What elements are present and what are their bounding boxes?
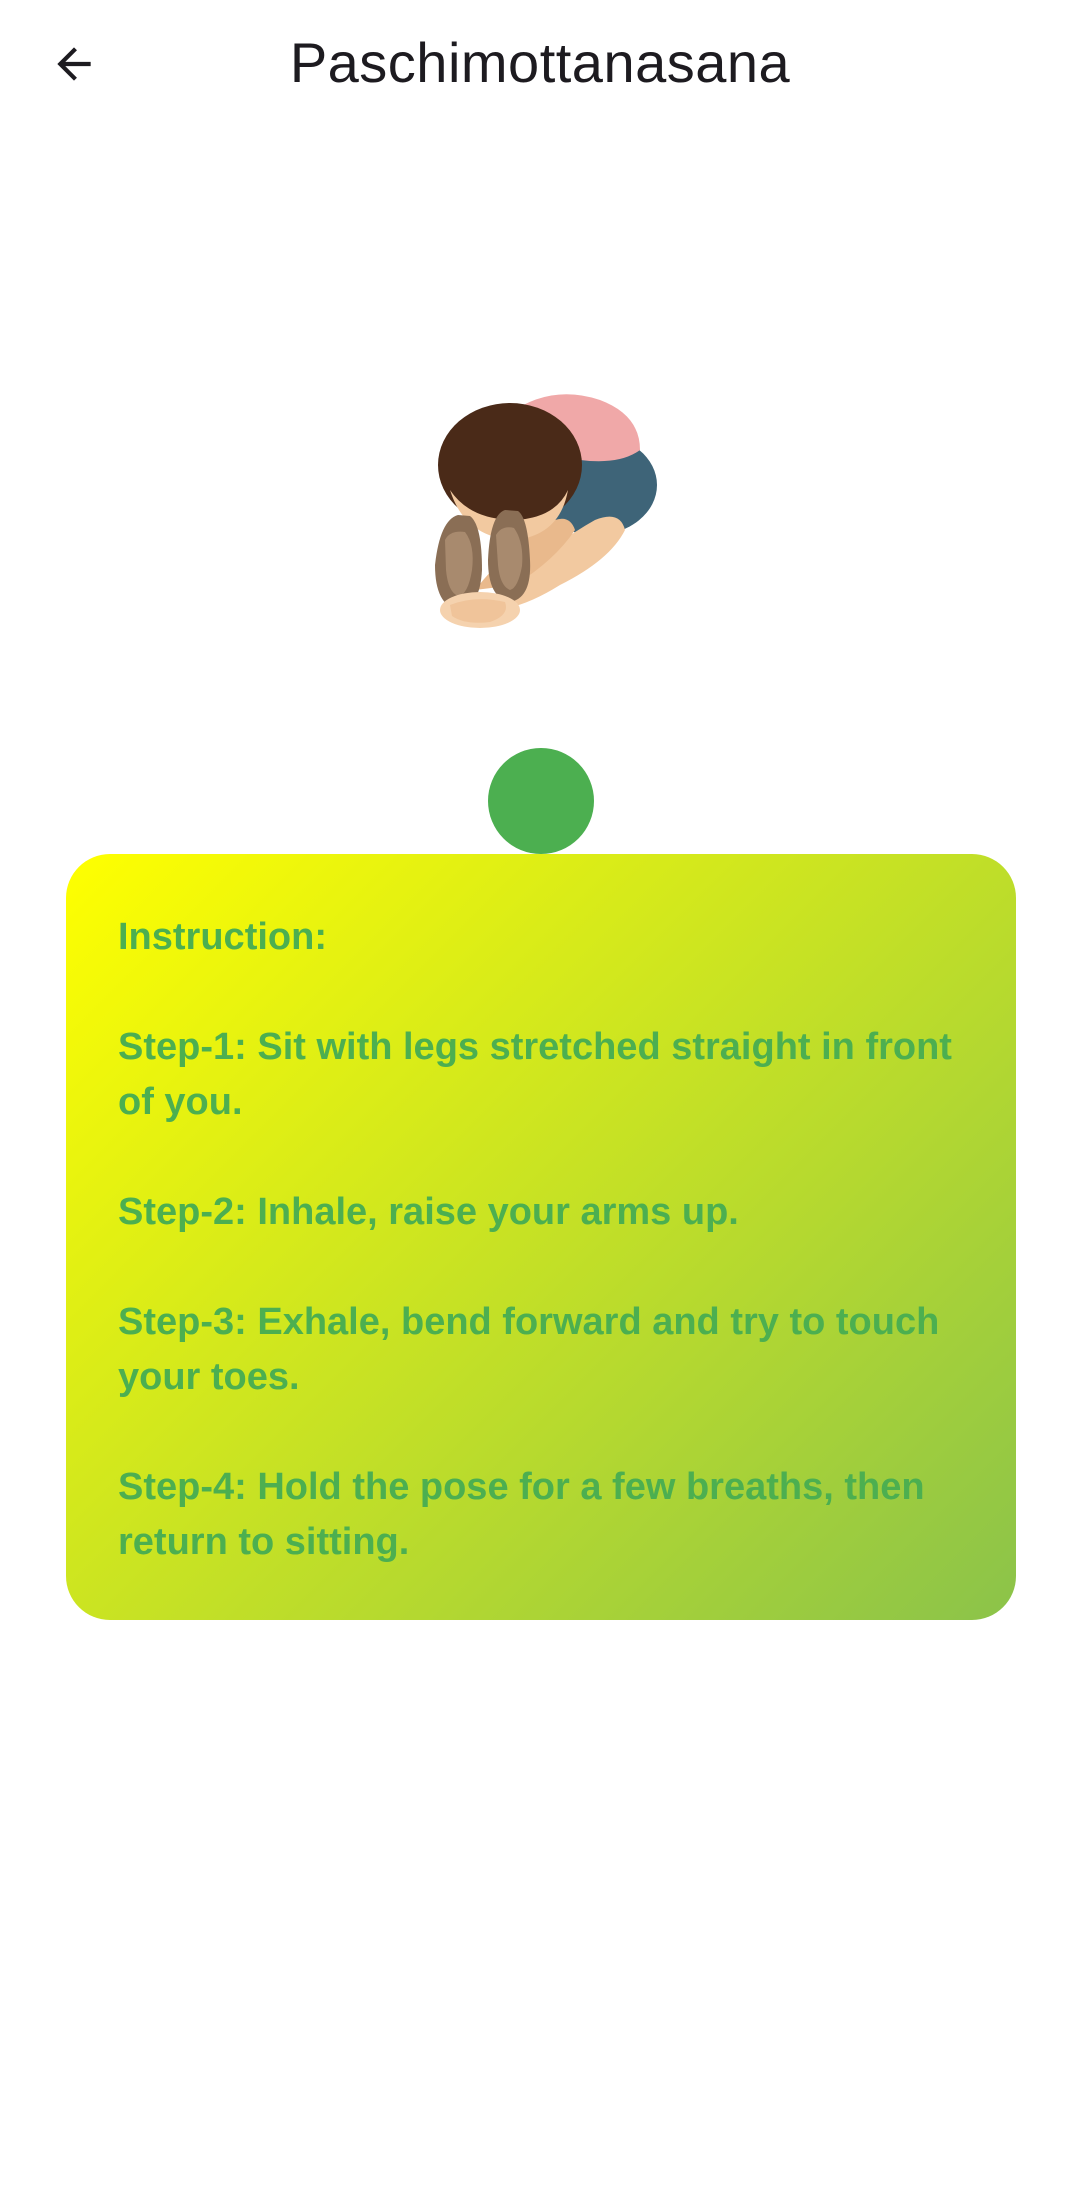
instruction-card: Instruction: Step-1: Sit with legs stret… bbox=[66, 854, 1016, 1620]
instruction-heading-block: Instruction: bbox=[118, 910, 964, 965]
step-text: Step-3: Exhale, bend forward and try to … bbox=[118, 1301, 940, 1398]
instruction-step-1: Step-1: Sit with legs stretched straight… bbox=[118, 1020, 964, 1130]
step-text: Step-4: Hold the pose for a few breaths,… bbox=[118, 1466, 925, 1563]
page-title: Paschimottanasana bbox=[289, 31, 791, 94]
instruction-step-3: Step-3: Exhale, bend forward and try to … bbox=[118, 1295, 964, 1405]
indicator-dot bbox=[488, 748, 594, 854]
step-text: Step-1: Sit with legs stretched straight… bbox=[118, 1026, 952, 1123]
instruction-heading: Instruction: bbox=[118, 916, 327, 958]
step-text: Step-2: Inhale, raise your arms up. bbox=[118, 1191, 739, 1233]
instruction-step-4: Step-4: Hold the pose for a few breaths,… bbox=[118, 1460, 964, 1570]
instruction-step-2: Step-2: Inhale, raise your arms up. bbox=[118, 1185, 964, 1240]
pose-illustration bbox=[435, 394, 657, 628]
app-bar: Paschimottanasana bbox=[0, 0, 1080, 130]
